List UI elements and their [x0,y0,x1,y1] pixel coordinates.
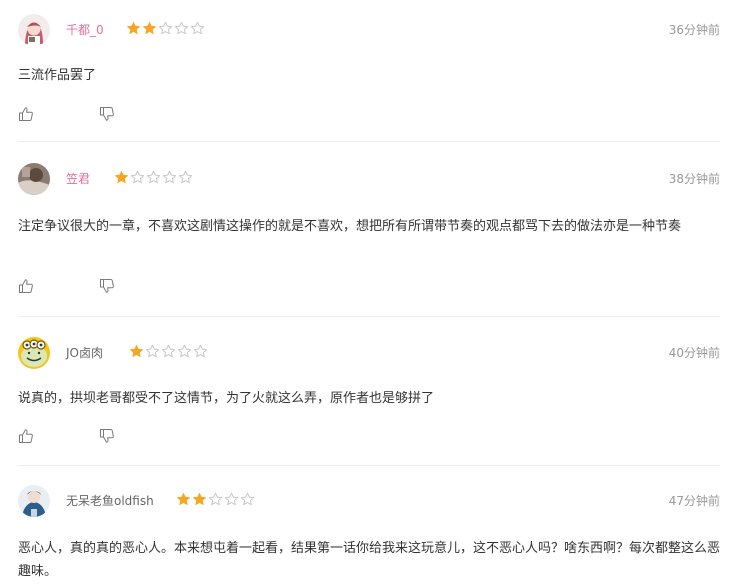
username[interactable]: 笠君 [66,171,90,187]
comment-item: 千都_0 36分钟前 三流作品罢了 [18,14,720,142]
star-empty-icon [174,21,189,36]
username[interactable]: 千都_0 [66,22,104,38]
star-empty-icon [193,344,208,359]
username[interactable]: JO卤肉 [66,345,103,361]
avatar[interactable] [18,14,50,46]
star-filled-icon [114,170,129,185]
comment-item: 无呆老鱼oldfish 47分钟前 恶心人，真的真的恶心人。本来想屯着一起看，结… [18,485,720,587]
star-empty-icon [161,344,176,359]
star-empty-icon [178,170,193,185]
comment-text: 说真的，拱坝老哥都受不了这情节，为了火就这么弄，原作者也是够拼了 [18,391,435,406]
star-filled-icon [192,492,207,507]
comment-actions [18,428,117,446]
comment-list: 千都_0 36分钟前 三流作品罢了 笠君 38分钟前 注定争议很大的一章，不喜欢… [0,0,734,587]
thumbs-up-icon[interactable] [18,278,36,296]
comment-actions [18,278,117,296]
star-filled-icon [129,344,144,359]
star-empty-icon [208,492,223,507]
rating-stars [126,21,205,39]
star-empty-icon [240,492,255,507]
comment-text: 恶心人，真的真的恶心人。本来想屯着一起看，结果第一话你给我来这玩意儿，这不恶心人… [18,541,721,579]
star-empty-icon [177,344,192,359]
star-filled-icon [142,21,157,36]
thumbs-up-icon[interactable] [18,106,36,124]
comment-text: 三流作品罢了 [18,68,97,83]
avatar[interactable] [18,337,50,369]
star-filled-icon [176,492,191,507]
timestamp: 47分钟前 [668,494,720,508]
timestamp: 38分钟前 [668,172,720,186]
comment-actions [18,106,117,124]
username[interactable]: 无呆老鱼oldfish [66,493,154,509]
star-filled-icon [126,21,141,36]
comment-item: 笠君 38分钟前 注定争议很大的一章，不喜欢这剧情这操作的就是不喜欢，想把所有所… [18,163,720,317]
rating-stars [114,170,193,188]
star-empty-icon [146,170,161,185]
star-empty-icon [190,21,205,36]
star-empty-icon [158,21,173,36]
rating-stars [176,492,255,510]
thumbs-down-icon[interactable] [99,278,117,296]
comment-item: JO卤肉 40分钟前 说真的，拱坝老哥都受不了这情节，为了火就这么弄，原作者也是… [18,337,720,466]
avatar[interactable] [18,485,50,517]
timestamp: 40分钟前 [668,346,720,360]
star-empty-icon [130,170,145,185]
star-empty-icon [162,170,177,185]
comment-text: 注定争议很大的一章，不喜欢这剧情这操作的就是不喜欢，想把所有所谓带节奏的观点都骂… [18,219,682,234]
thumbs-down-icon[interactable] [99,428,117,446]
avatar[interactable] [18,163,50,195]
star-empty-icon [145,344,160,359]
star-empty-icon [224,492,239,507]
thumbs-down-icon[interactable] [99,106,117,124]
rating-stars [129,344,208,362]
timestamp: 36分钟前 [668,23,720,37]
thumbs-up-icon[interactable] [18,428,36,446]
